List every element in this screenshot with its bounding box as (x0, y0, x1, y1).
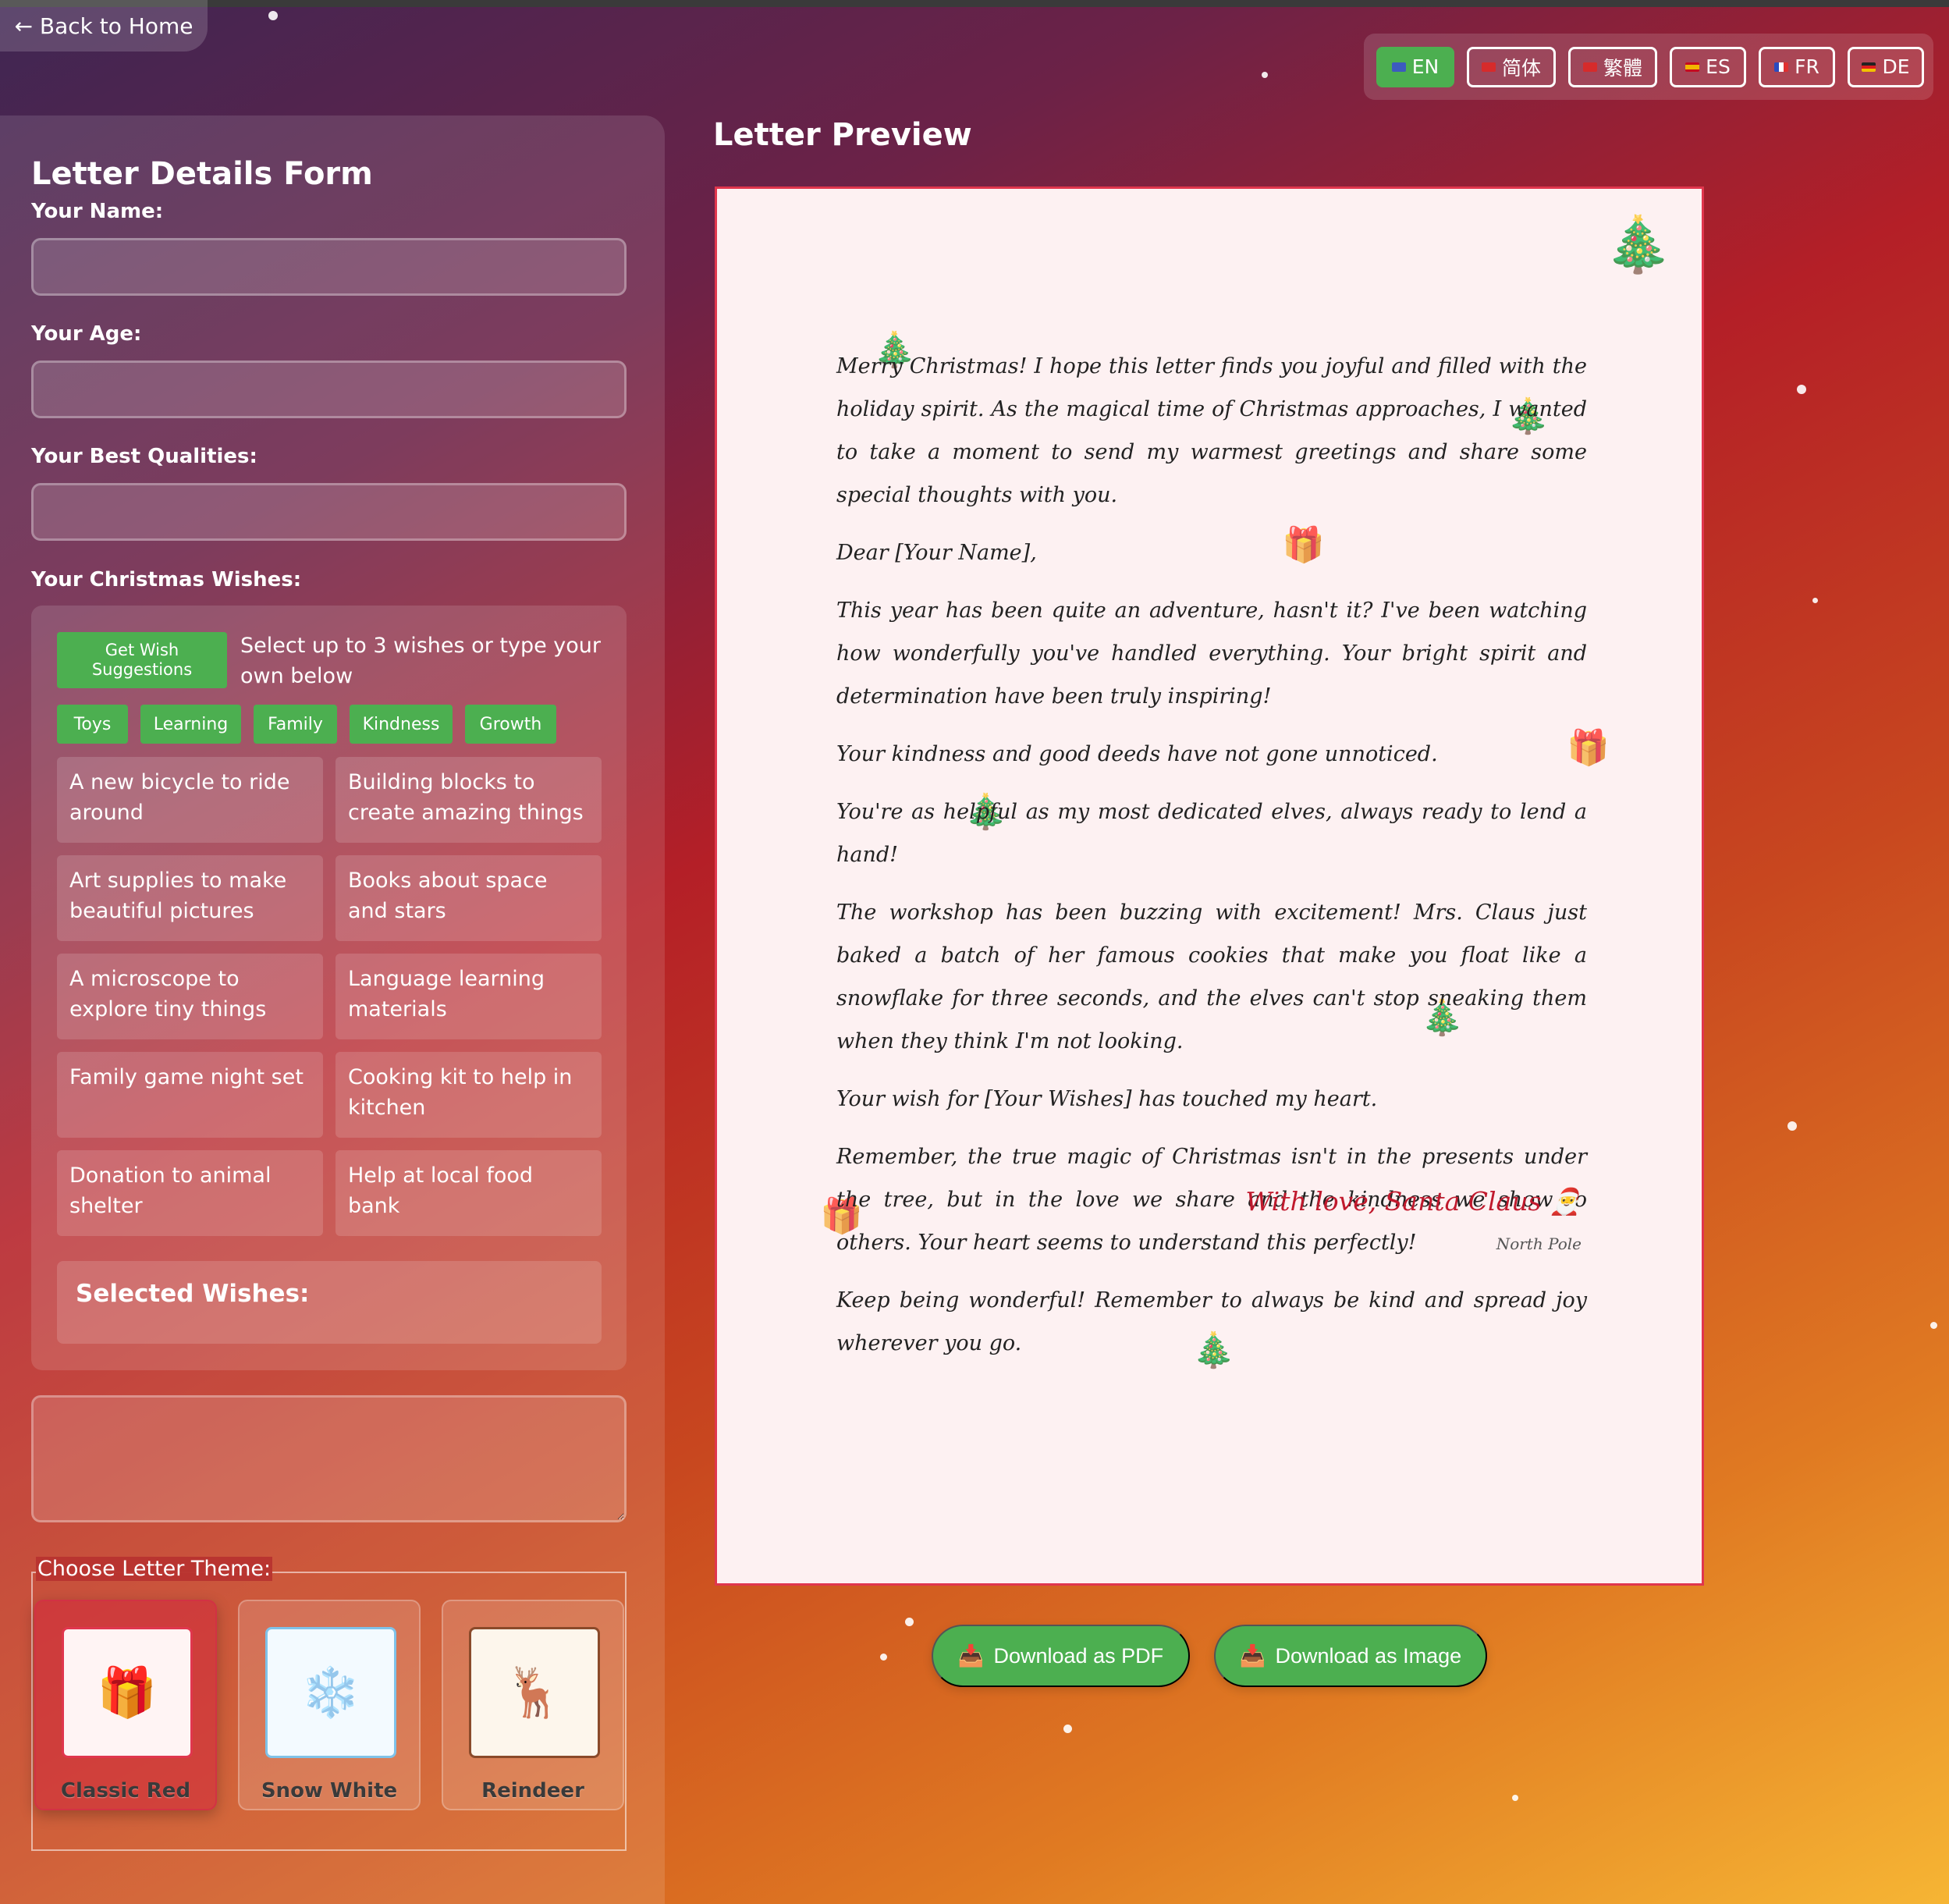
china-flag-icon (1481, 62, 1496, 72)
wish-hint-text: Select up to 3 wishes or type your own b… (240, 634, 601, 689)
snowflake (880, 1654, 887, 1661)
theme-snow-white[interactable]: ❄️ Snow White (238, 1600, 421, 1810)
category-family-button[interactable]: Family (254, 705, 337, 744)
language-switcher: EN 简体 繁體 ES FR DE (1364, 34, 1933, 100)
lang-label: 繁體 (1603, 56, 1642, 80)
lang-button-de[interactable]: DE (1848, 46, 1924, 87)
back-label: ← Back to Home (14, 12, 193, 39)
letter-paragraph: Your wish for [Your Wishes] has touched … (836, 1087, 1378, 1111)
lang-button-fr[interactable]: FR (1759, 46, 1835, 87)
inbox-tray-icon: 📥 (1239, 1644, 1266, 1668)
lang-label: 简体 (1501, 56, 1541, 80)
snowflake-icon: ❄️ (265, 1627, 396, 1758)
download-pdf-label: Download as PDF (993, 1643, 1164, 1668)
letter-location: North Pole (1496, 1234, 1582, 1253)
wish-option[interactable]: Cooking kit to help in kitchen (335, 1052, 602, 1138)
snowflake (1063, 1725, 1072, 1733)
download-pdf-button[interactable]: 📥 Download as PDF (932, 1625, 1190, 1687)
lang-button-zh-hans[interactable]: 简体 (1467, 46, 1556, 87)
christmas-tree-star-icon: 🎄 (1604, 212, 1673, 276)
france-flag-icon (1774, 62, 1789, 72)
snowflake (1812, 598, 1818, 603)
wishes-section: Get Wish Suggestions Select up to 3 wish… (31, 606, 627, 1370)
selected-wishes-label: Selected Wishes: (76, 1280, 310, 1308)
snowflake (1787, 1121, 1797, 1131)
theme-fieldset: Choose Letter Theme: 🎁 Classic Red ❄️ Sn… (31, 1557, 627, 1851)
theme-classic-red[interactable]: 🎁 Classic Red (34, 1600, 217, 1810)
letter-paragraph: You're as helpful as my most dedicated e… (836, 800, 1587, 867)
snowflake (1930, 1322, 1937, 1329)
hongkong-flag-icon (1582, 62, 1597, 72)
wish-option[interactable]: Art supplies to make beautiful pictures (57, 855, 323, 941)
lang-button-zh-hant[interactable]: 繁體 (1568, 46, 1657, 87)
lang-button-en[interactable]: EN (1376, 46, 1454, 87)
get-wish-suggestions-button[interactable]: Get Wish Suggestions (57, 632, 227, 688)
wish-option[interactable]: Donation to animal shelter (57, 1150, 323, 1236)
theme-legend: Choose Letter Theme: (36, 1557, 273, 1581)
name-input[interactable] (31, 238, 627, 296)
lang-label: ES (1706, 55, 1731, 78)
snowflake (1797, 385, 1806, 394)
theme-name: Classic Red (60, 1779, 191, 1803)
wish-option[interactable]: Books about space and stars (335, 855, 602, 941)
letter-greeting: Dear [Your Name], (836, 541, 1037, 565)
form-title: Letter Details Form (31, 156, 373, 192)
gift-icon: 🎁 (62, 1627, 193, 1758)
category-toys-button[interactable]: Toys (57, 705, 128, 744)
theme-name: Snow White (261, 1779, 398, 1803)
wish-category-row: Toys Learning Family Kindness Growth (57, 705, 556, 744)
spain-flag-icon (1685, 62, 1700, 72)
selected-wishes-box: Selected Wishes: (57, 1261, 602, 1344)
qualities-label: Your Best Qualities: (31, 445, 257, 468)
back-to-home-button[interactable]: ← Back to Home (0, 0, 208, 52)
letter-paragraph: Keep being wonderful! Remember to always… (836, 1288, 1587, 1355)
snowflake (905, 1618, 914, 1626)
germany-flag-icon (1862, 62, 1876, 72)
lang-button-es[interactable]: ES (1670, 46, 1746, 87)
us-flag-icon (1391, 62, 1406, 72)
letter-body: Merry Christmas! I hope this letter find… (836, 345, 1587, 1380)
letter-paragraph: This year has been quite an adventure, h… (836, 599, 1587, 709)
letter-paragraph: Your kindness and good deeds have not go… (836, 742, 1438, 766)
theme-name: Reindeer (481, 1779, 584, 1803)
snowflake (1262, 72, 1268, 78)
name-label: Your Name: (31, 200, 164, 223)
letter-paragraph: Merry Christmas! I hope this letter find… (836, 354, 1587, 507)
wish-option[interactable]: Help at local food bank (335, 1150, 602, 1236)
reindeer-icon: 🦌 (469, 1627, 600, 1758)
age-input[interactable] (31, 361, 627, 418)
lang-label: EN (1411, 55, 1440, 78)
snowflake (1512, 1795, 1518, 1801)
wish-option[interactable]: A microscope to explore tiny things (57, 954, 323, 1039)
lang-label: DE (1882, 55, 1910, 78)
letter-preview: 🎄 🎄 🎄 🎁 🎁 🎄 🎄 🎁 🎄 Merry Christmas! I hop… (715, 186, 1704, 1586)
snowflake (268, 11, 278, 20)
letter-paragraph: The workshop has been buzzing with excit… (836, 900, 1587, 1053)
category-learning-button[interactable]: Learning (140, 705, 241, 744)
wish-option[interactable]: A new bicycle to ride around (57, 757, 323, 843)
custom-wish-textarea[interactable] (31, 1395, 627, 1522)
age-label: Your Age: (31, 322, 142, 346)
preview-title: Letter Preview (713, 117, 972, 153)
qualities-input[interactable] (31, 483, 627, 541)
inbox-tray-icon: 📥 (957, 1644, 985, 1668)
download-image-button[interactable]: 📥 Download as Image (1214, 1625, 1487, 1687)
wishes-label: Your Christmas Wishes: (31, 568, 302, 591)
letter-signature: With love, Santa Claus 🎅 (1245, 1186, 1582, 1217)
wish-option[interactable]: Building blocks to create amazing things (335, 757, 602, 843)
theme-reindeer[interactable]: 🦌 Reindeer (442, 1600, 624, 1810)
wish-options-grid: A new bicycle to ride around Building bl… (57, 757, 602, 1236)
category-growth-button[interactable]: Growth (465, 705, 556, 744)
lang-label: FR (1795, 55, 1819, 78)
wish-option[interactable]: Family game night set (57, 1052, 323, 1138)
download-image-label: Download as Image (1275, 1643, 1462, 1668)
category-kindness-button[interactable]: Kindness (350, 705, 453, 744)
wish-option[interactable]: Language learning materials (335, 954, 602, 1039)
window-top-bar (0, 0, 1949, 7)
